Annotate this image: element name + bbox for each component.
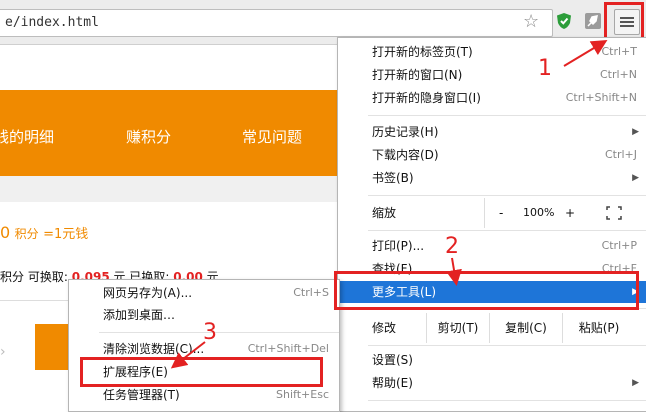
- arrow-step-2: [446, 257, 462, 286]
- step-number-2: 2: [445, 234, 459, 259]
- arrow-step-1: [563, 39, 608, 67]
- step-number-1: 1: [538, 56, 552, 81]
- arrow-step-3: [170, 341, 206, 369]
- step-number-3: 3: [203, 320, 217, 345]
